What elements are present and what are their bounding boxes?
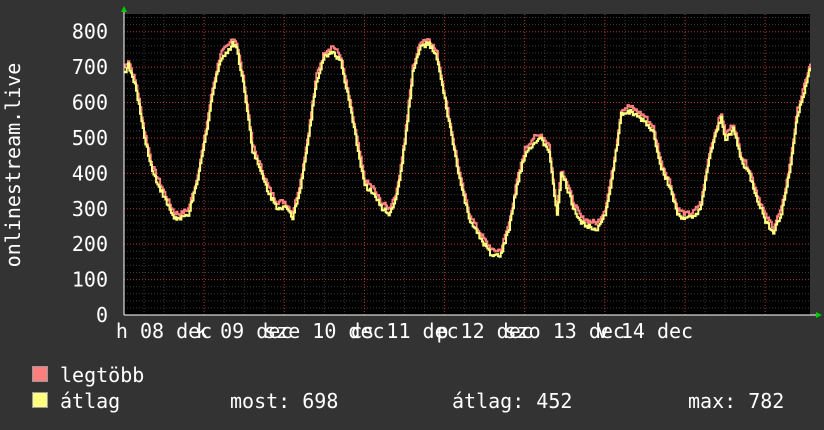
y-tick-label: 600 — [72, 91, 108, 115]
legend-row-max: legtöbb — [32, 362, 812, 388]
y-tick-label: 800 — [72, 20, 108, 44]
stat-current: most: 698 — [230, 389, 339, 413]
y-tick-label: 0 — [96, 303, 108, 327]
legend-swatch-max — [32, 366, 48, 382]
x-axis-arrow-icon — [816, 312, 822, 318]
y-axis-arrow-icon — [121, 6, 127, 12]
legend: legtöbb átlag most: 698 átlag: 452 max: … — [32, 362, 812, 414]
y-tick-label: 100 — [72, 268, 108, 292]
y-tick-labels: 0 100 200 300 400 500 600 700 800 — [72, 20, 108, 327]
y-tick-label: 200 — [72, 232, 108, 256]
legend-row-avg: átlag most: 698 átlag: 452 max: 782 — [32, 388, 812, 414]
y-tick-label: 300 — [72, 197, 108, 221]
y-tick-label: 500 — [72, 126, 108, 150]
y-tick-label: 700 — [72, 55, 108, 79]
legend-label-avg: átlag — [60, 389, 121, 413]
x-tick-label: v 14 dec — [597, 319, 693, 343]
legend-swatch-avg — [32, 392, 48, 408]
x-tick-labels: h 08 deck 09 decsze 10 deccs 11 decp 12 … — [116, 319, 693, 343]
stat-average: átlag: 452 — [452, 389, 573, 413]
legend-label-max: legtöbb — [60, 363, 145, 387]
y-axis-label: onlinestream.live — [1, 63, 25, 268]
y-tick-label: 400 — [72, 161, 108, 185]
stat-max: max: 782 — [688, 389, 785, 413]
